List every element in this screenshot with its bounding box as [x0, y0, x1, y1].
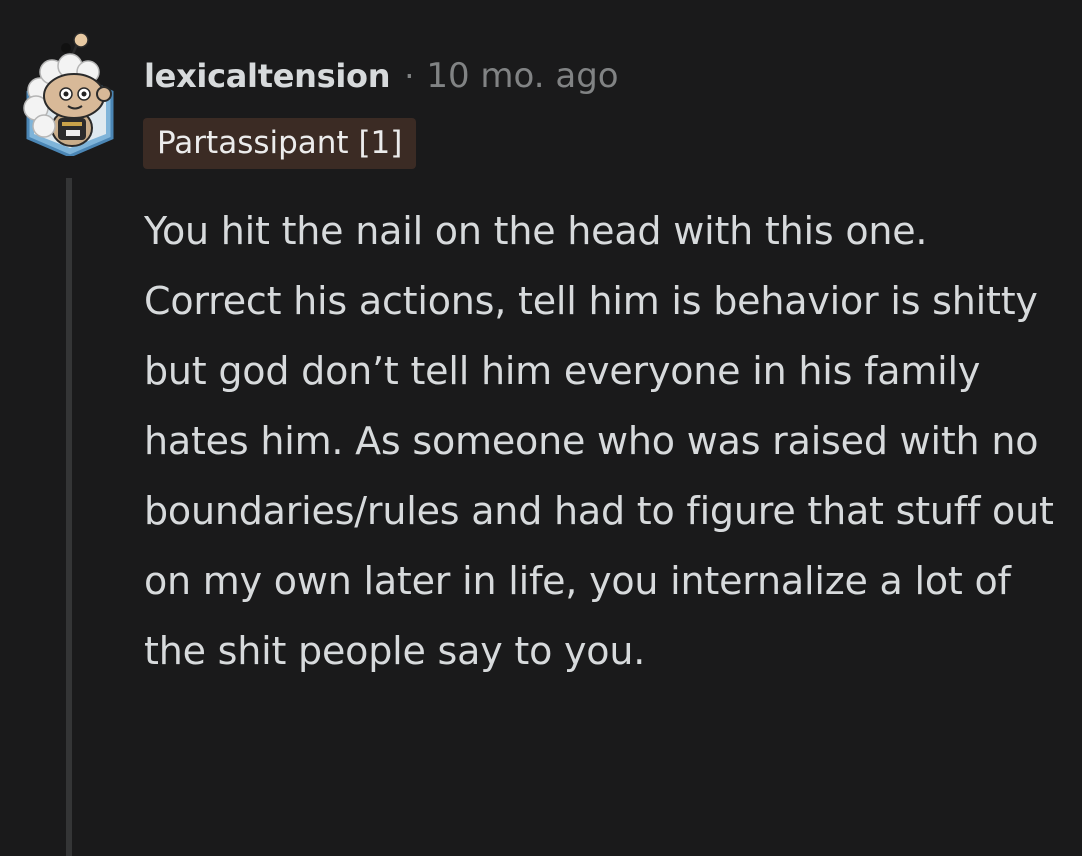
comment-header: lexicaltension · 10 mo. ago — [144, 52, 619, 100]
user-flair: Partassipant [1] — [143, 118, 417, 169]
thread-collapse-line[interactable] — [66, 178, 72, 856]
snoo-avatar-icon[interactable] — [22, 30, 118, 158]
separator-dot: · — [404, 57, 415, 95]
username-link[interactable]: lexicaltension — [144, 57, 390, 95]
comment-body: You hit the nail on the head with this o… — [144, 209, 1054, 673]
comment-timestamp[interactable]: 10 mo. ago — [426, 56, 618, 96]
comment: lexicaltension · 10 mo. ago Partassipant… — [0, 0, 1082, 856]
